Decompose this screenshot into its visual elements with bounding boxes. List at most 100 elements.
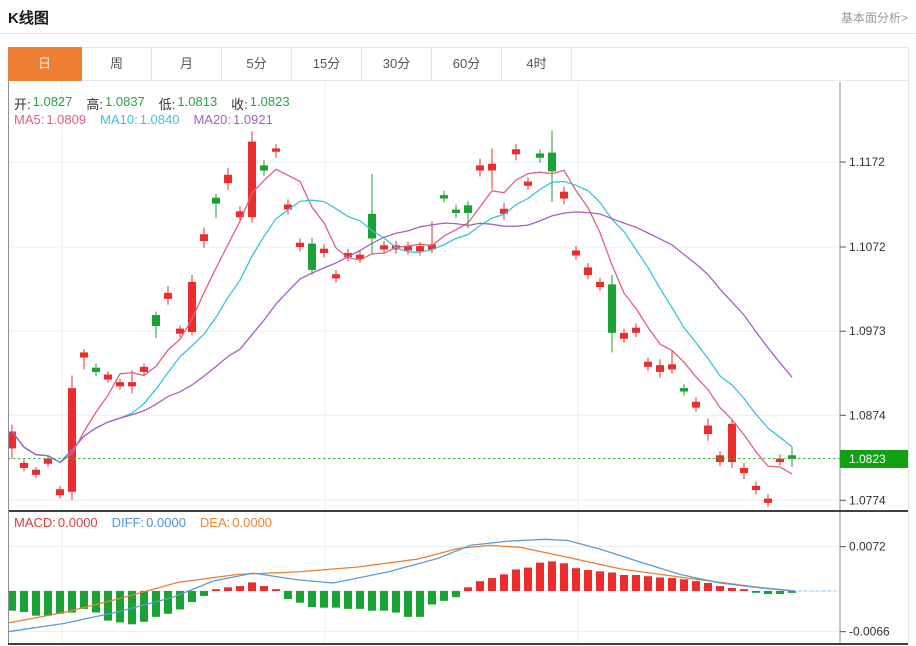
candle-body [128, 382, 136, 387]
macd-bar [380, 591, 388, 611]
candle-body [272, 148, 280, 152]
macd-bar [116, 591, 124, 623]
macd-bar [452, 591, 460, 598]
macd-bar [632, 574, 640, 591]
candle-body [692, 401, 700, 408]
candle-body [32, 469, 40, 475]
candle-body [764, 498, 772, 503]
ma5-readout: MA5: 1.0809 [14, 112, 87, 127]
macd-bar [464, 587, 472, 591]
chart-bottom-border [8, 643, 908, 645]
candle-body [212, 197, 220, 204]
macd-bar [704, 582, 712, 591]
macd-bar [728, 587, 736, 591]
candle-body [740, 468, 748, 474]
macd-bar [488, 578, 496, 591]
candle-body [416, 246, 424, 252]
macd-bar [332, 591, 340, 608]
macd-bar [608, 572, 616, 591]
macd-bar [668, 578, 676, 591]
macd-bar [296, 591, 304, 603]
y-axis-label: 1.1072 [849, 240, 886, 254]
ma20-value: 1.0921 [233, 112, 273, 127]
macd-bar [740, 589, 748, 591]
macd-bar [500, 574, 508, 591]
y-axis-label: -0.0066 [849, 625, 890, 639]
tab-60min[interactable]: 60分 [432, 48, 502, 80]
macd-bar [368, 591, 376, 611]
macd-bar [476, 581, 484, 591]
macd-bar [272, 589, 280, 591]
candle-body [308, 243, 316, 270]
header-divider [0, 33, 916, 34]
y-axis-label: 1.1172 [849, 155, 885, 169]
candle-body [680, 388, 688, 392]
fundamental-analysis-link[interactable]: 基本面分析> [841, 9, 908, 26]
candle-body [644, 361, 652, 367]
candle-body [320, 248, 328, 253]
ma-line [11, 180, 793, 464]
tab-day[interactable]: 日 [8, 47, 82, 81]
macd-bar [200, 591, 208, 596]
macd-bar [320, 591, 328, 608]
candle-body [20, 462, 28, 468]
candle-body [284, 204, 292, 210]
candle-body [80, 352, 88, 358]
tab-week[interactable]: 周 [82, 48, 152, 80]
macd-bar [620, 574, 628, 591]
ma10-value: 1.0840 [139, 112, 180, 127]
macd-bar [356, 591, 364, 609]
candle-body [176, 328, 184, 334]
candle-body [44, 458, 52, 464]
macd-bar [428, 591, 436, 605]
tab-4hour[interactable]: 4时 [502, 48, 572, 80]
y-axis-label: 0.0072 [849, 540, 886, 554]
macd-bar [248, 582, 256, 591]
kline-widget: K线图 基本面分析> 日 周 月 5分 15分 30分 60分 4时 开: 1.0… [0, 0, 916, 646]
macd-bar [644, 576, 652, 591]
macd-bar [572, 568, 580, 591]
tab-month[interactable]: 月 [152, 48, 222, 80]
candle-body [728, 423, 736, 463]
candle-body [140, 366, 148, 372]
candle-body [776, 458, 784, 463]
macd-readout: MACD: 0.0000 DIFF: 0.0000 DEA: 0.0000 [14, 515, 272, 530]
macd-chart[interactable]: 0.0072 -0.0066 [8, 512, 908, 643]
macd-bar [440, 591, 448, 601]
candle-body [752, 485, 760, 491]
tab-30min[interactable]: 30分 [362, 48, 432, 80]
diff-value-readout: DIFF: 0.0000 [111, 515, 186, 530]
macd-bar [188, 591, 196, 603]
candle-body [704, 425, 712, 434]
dea-line [8, 544, 796, 624]
high-value: 1.0837 [105, 94, 145, 109]
macd-bar [104, 591, 112, 621]
candle-body [584, 267, 592, 276]
candle-body [68, 388, 76, 492]
candlestick-chart[interactable]: 1.1172 1.1072 1.0973 1.0874 1.0774 [8, 82, 908, 510]
macd-bar [536, 562, 544, 591]
macd-bar [140, 591, 148, 622]
macd-bar [752, 591, 760, 593]
candle-body [560, 191, 568, 199]
macd-bar [164, 591, 172, 614]
macd-bar [152, 591, 160, 617]
macd-bar [32, 591, 40, 616]
macd-bar [716, 586, 724, 591]
macd-bar [344, 591, 352, 609]
tab-5min[interactable]: 5分 [222, 48, 292, 80]
candle-body [500, 208, 508, 214]
macd-bar [392, 591, 400, 613]
dea-value-readout: DEA: 0.0000 [199, 515, 273, 530]
macd-bar [524, 567, 532, 591]
macd-bar [776, 591, 784, 595]
candle-body [476, 165, 484, 171]
macd-bar [212, 589, 220, 591]
macd-bar [584, 570, 592, 591]
macd-bar [92, 591, 100, 613]
tab-15min[interactable]: 15分 [292, 48, 362, 80]
candle-body [260, 165, 268, 171]
macd-bar [560, 563, 568, 591]
diff-value: 0.0000 [146, 515, 186, 530]
last-price-badge: 1.0823 [840, 450, 908, 468]
